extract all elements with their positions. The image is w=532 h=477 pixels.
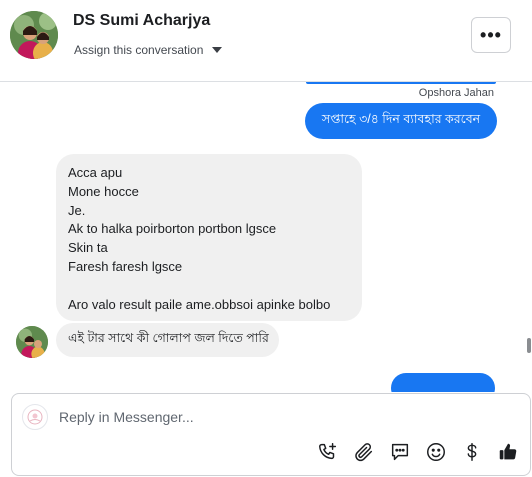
composer-toolbar [312, 438, 532, 468]
previous-message-edge [306, 82, 496, 84]
outgoing-message-bubble[interactable]: সপ্তাহে ৩/৪ দিন ব্যাবহার করবেন [305, 103, 497, 139]
reply-input[interactable] [59, 407, 459, 427]
incoming-message-bubble-2[interactable]: এই টার সাথে কী গোলাপ জল দিতে পারি [56, 323, 279, 357]
more-options-button[interactable]: ••• [471, 17, 511, 53]
conversation-header: DS Sumi Acharjya Assign this conversatio… [0, 0, 532, 82]
message-line: Acca apu [68, 165, 123, 180]
scrollbar-thumb[interactable] [527, 338, 531, 353]
outgoing-message-bubble-partial[interactable] [391, 373, 495, 392]
message-line: Aro valo result paile ame.obbsoi apinke … [68, 296, 331, 312]
emoji-icon[interactable] [422, 438, 450, 466]
thumbs-up-icon[interactable] [494, 438, 522, 466]
assign-conversation-dropdown[interactable]: Assign this conversation [74, 43, 223, 57]
page-avatar [22, 404, 48, 430]
dollar-icon[interactable] [458, 438, 486, 466]
message-line: Ak to halka poirborton portbon lgsce [68, 221, 277, 237]
message-line: Skin ta [68, 240, 108, 256]
message-line: Je. [68, 202, 86, 218]
message-composer [11, 393, 531, 476]
message-line: Faresh faresh lgsce [68, 258, 183, 274]
saved-reply-icon[interactable] [386, 438, 414, 466]
contact-avatar-small[interactable] [16, 326, 48, 358]
assign-label: Assign this conversation [74, 43, 204, 57]
contact-name[interactable]: DS Sumi Acharjya [73, 12, 210, 30]
message-thread[interactable]: Opshora Jahan সপ্তাহে ৩/৪ দিন ব্যাবহার ক… [0, 82, 532, 392]
incoming-message-bubble[interactable]: Acca apu Mone hocce Je. Ak to halka poir… [56, 154, 362, 321]
paperclip-icon[interactable] [350, 438, 378, 466]
message-line: Mone hocce [68, 183, 139, 199]
caret-down-icon [212, 47, 223, 53]
sender-label: Opshora Jahan [418, 87, 494, 99]
call-add-icon[interactable] [314, 438, 342, 466]
message-line [68, 277, 350, 296]
contact-avatar[interactable] [10, 11, 58, 59]
